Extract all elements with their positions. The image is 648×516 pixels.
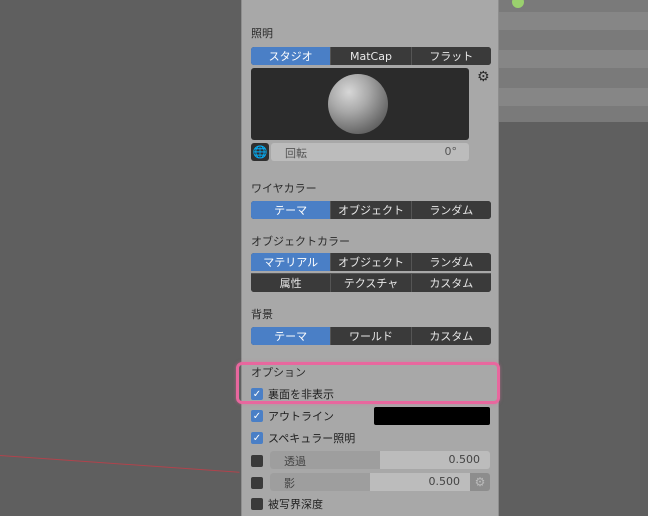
- tab-studio[interactable]: スタジオ: [251, 47, 332, 65]
- highlight-annotation: [236, 362, 500, 404]
- wire-color-tabs: テーマ オブジェクト ランダム: [251, 201, 491, 219]
- outline-row[interactable]: ✓ アウトライン: [251, 407, 334, 425]
- tab-wire-theme[interactable]: テーマ: [251, 201, 332, 219]
- shadow-settings-gear-icon[interactable]: ⚙: [470, 473, 490, 491]
- tab-wire-random[interactable]: ランダム: [411, 201, 491, 219]
- object-color-label: オブジェクトカラー: [251, 235, 350, 248]
- object-color-tabs-row2: 属性 テクスチャ カスタム: [251, 273, 491, 292]
- shadow-slider[interactable]: 影 0.500: [270, 473, 470, 491]
- tab-color-object[interactable]: オブジェクト: [331, 253, 412, 271]
- wire-color-label: ワイヤカラー: [251, 182, 317, 195]
- tab-color-attribute[interactable]: 属性: [251, 274, 332, 292]
- outline-color-swatch[interactable]: [374, 407, 490, 425]
- tab-color-texture[interactable]: テクスチャ: [331, 274, 412, 292]
- xray-checkbox[interactable]: [251, 455, 263, 467]
- dof-row[interactable]: 被写界深度: [251, 495, 323, 513]
- outliner-panel: [496, 0, 648, 122]
- outliner-row[interactable]: [496, 50, 648, 68]
- light-icon: [512, 0, 524, 8]
- x-axis-line: [0, 455, 240, 473]
- outliner-row[interactable]: [496, 12, 648, 30]
- tab-color-custom[interactable]: カスタム: [411, 274, 491, 292]
- rotation-row: 🌐 回転 0°: [251, 143, 469, 161]
- tab-bg-world[interactable]: ワールド: [331, 327, 412, 345]
- tab-wire-object[interactable]: オブジェクト: [331, 201, 412, 219]
- tab-color-random[interactable]: ランダム: [411, 253, 491, 271]
- lighting-label: 照明: [251, 27, 273, 40]
- specular-checkbox[interactable]: ✓: [251, 432, 263, 444]
- xray-label: 透過: [284, 455, 306, 468]
- dof-checkbox[interactable]: [251, 498, 263, 510]
- shading-popover: 照明 スタジオ MatCap フラット ⚙ 🌐 回転 0° ワイヤカラー テーマ…: [241, 0, 499, 516]
- tab-flat[interactable]: フラット: [411, 47, 491, 65]
- rotation-value: 0°: [444, 145, 458, 158]
- background-label: 背景: [251, 308, 273, 321]
- preview-sphere: [328, 74, 388, 134]
- outline-label: アウトライン: [268, 410, 334, 423]
- xray-value: 0.500: [448, 453, 481, 466]
- tab-matcap[interactable]: MatCap: [331, 47, 412, 65]
- specular-label: スペキュラー照明: [268, 432, 356, 445]
- shadow-label: 影: [284, 477, 295, 490]
- rotation-field[interactable]: 回転 0°: [271, 143, 469, 161]
- outline-checkbox[interactable]: ✓: [251, 410, 263, 422]
- dof-label: 被写界深度: [268, 498, 323, 511]
- globe-icon[interactable]: 🌐: [251, 143, 269, 161]
- xray-slider[interactable]: 透過 0.500: [270, 451, 490, 469]
- shadow-checkbox[interactable]: [251, 477, 263, 489]
- tab-color-material[interactable]: マテリアル: [251, 253, 332, 271]
- tab-bg-theme[interactable]: テーマ: [251, 327, 332, 345]
- background-tabs: テーマ ワールド カスタム: [251, 327, 491, 345]
- shadow-value: 0.500: [428, 475, 461, 488]
- gear-icon[interactable]: ⚙: [477, 70, 491, 84]
- object-color-tabs-row1: マテリアル オブジェクト ランダム: [251, 253, 491, 271]
- specular-row[interactable]: ✓ スペキュラー照明: [251, 429, 355, 447]
- outliner-row[interactable]: [496, 88, 648, 106]
- rotation-label: 回転: [285, 147, 307, 160]
- studio-light-preview[interactable]: [251, 68, 469, 140]
- tab-bg-custom[interactable]: カスタム: [411, 327, 491, 345]
- lighting-tabs: スタジオ MatCap フラット: [251, 47, 491, 65]
